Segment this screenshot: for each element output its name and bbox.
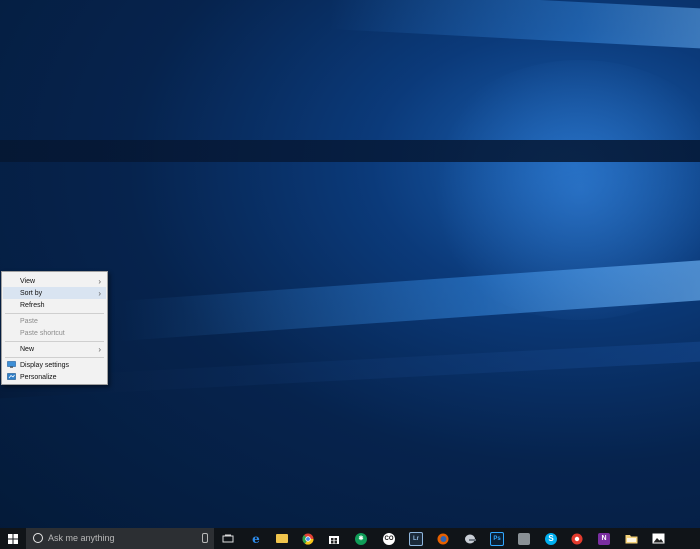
search-input[interactable] [48,531,198,545]
desktop-context-menu: View › Sort by › Refresh Paste Paste sho… [1,271,108,385]
windows-logo-icon [8,533,18,544]
menu-separator [5,341,104,342]
onenote-icon[interactable]: N [593,528,615,549]
red-app-icon[interactable] [566,528,588,549]
chevron-right-icon: › [98,289,101,298]
desktop-background[interactable] [0,0,700,528]
wallpaper-beam [120,259,700,341]
wallpaper-shadow-band [0,140,700,162]
start-button[interactable] [0,528,26,549]
firefox-icon[interactable] [432,528,454,549]
menu-item-new[interactable]: New › [3,343,106,355]
menu-item-display-settings[interactable]: Display settings [3,359,106,371]
gray-app-icon[interactable] [513,528,535,549]
co-app-icon[interactable]: CO [378,528,400,549]
menu-item-sort-by[interactable]: Sort by › [3,287,106,299]
taskbar: e ✱ CO Lr Ps S N [0,528,700,549]
chevron-right-icon: › [98,277,101,286]
menu-item-personalize[interactable]: Personalize [3,371,106,383]
menu-item-label: Paste [20,317,38,325]
edge-icon[interactable]: e [245,528,267,549]
chrome-icon[interactable] [297,528,319,549]
photos-icon[interactable] [647,528,669,549]
file-explorer-icon[interactable] [271,528,293,549]
chevron-right-icon: › [98,345,101,354]
task-view-icon[interactable] [217,528,239,549]
menu-item-view[interactable]: View › [3,275,106,287]
cortana-search-box[interactable] [26,528,214,549]
menu-item-label: Display settings [20,361,70,369]
menu-item-label: New [20,345,35,353]
helmet-app-icon[interactable] [459,528,481,549]
microphone-icon[interactable] [202,533,208,543]
menu-item-paste[interactable]: Paste [3,315,106,327]
menu-item-refresh[interactable]: Refresh [3,299,106,311]
menu-item-label: Paste shortcut [20,329,65,337]
menu-item-label: Personalize [20,373,57,381]
menu-item-label: Refresh [20,301,45,309]
personalize-icon [7,373,16,380]
display-settings-icon [7,361,16,368]
wallpaper-beam [330,0,700,52]
menu-item-label: View [20,277,36,285]
store-icon[interactable] [323,528,345,549]
menu-separator [5,357,104,358]
menu-item-paste-shortcut[interactable]: Paste shortcut [3,327,106,339]
cortana-circle-icon [33,533,43,543]
photoshop-icon[interactable]: Ps [486,528,508,549]
menu-separator [5,313,104,314]
green-app-icon[interactable]: ✱ [350,528,372,549]
skype-icon[interactable]: S [540,528,562,549]
menu-item-label: Sort by [20,289,43,297]
lightroom-icon[interactable]: Lr [405,528,427,549]
folder-app-icon[interactable] [620,528,642,549]
